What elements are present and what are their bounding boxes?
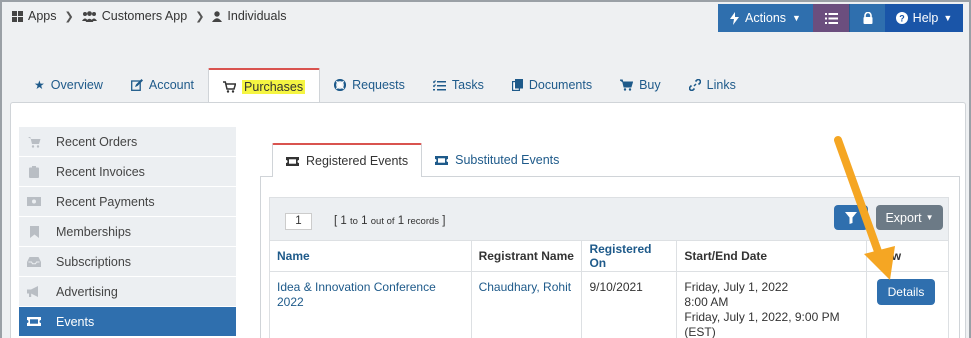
tab-tasks[interactable]: Tasks [419,68,498,102]
ticket-icon [286,156,299,166]
page-number-input[interactable]: 1 [285,213,312,230]
column-header-view: View [865,240,950,272]
details-button[interactable]: Details [876,279,935,305]
chevron-right-icon: ❯ [64,10,74,23]
sidebar-item-subscriptions[interactable]: Subscriptions [19,247,236,277]
tab-buy[interactable]: Buy [606,68,675,102]
lifebuoy-icon [334,79,347,91]
sidebar-item-advertising[interactable]: Advertising [19,277,236,307]
breadcrumb-individuals[interactable]: Individuals [212,9,286,23]
actions-dropdown-button[interactable]: Actions ▼ [718,4,813,32]
tab-account[interactable]: Account [117,68,208,102]
breadcrumb-customers-app[interactable]: Customers App [81,9,187,23]
cart-icon [620,79,634,91]
registered-on-cell: 9/10/2021 [581,271,678,338]
view-cell: Details [865,271,950,338]
content-area: Recent Orders Recent Invoices Recent Pay… [10,102,966,338]
main-tabs: ★ Overview Account Purchases Requests Ta… [20,68,750,103]
cart-icon [223,80,237,93]
lock-icon [863,12,872,24]
sidebar-item-recent-payments[interactable]: Recent Payments [19,187,236,217]
user-icon [212,10,223,22]
column-header-name[interactable]: Name [269,240,472,272]
export-dropdown-button[interactable]: Export ▼ [876,205,943,230]
tab-links[interactable]: Links [675,68,750,102]
column-header-registrant: Registrant Name [470,240,583,272]
ticket-icon [435,155,449,165]
clipboard-icon [19,165,49,178]
event-tabs: Registered Events Substituted Events [272,143,572,177]
record-count: [ 1 to 1 out of 1 records ] [334,215,446,227]
documents-icon [511,79,523,91]
registrant-link[interactable]: Chaudhary, Rohit [470,271,583,338]
question-circle-icon: ? [895,12,908,24]
chevron-down-icon: ▼ [792,13,801,23]
lock-button[interactable] [849,4,885,32]
help-dropdown-button[interactable]: ? Help ▼ [885,4,963,32]
tasks-icon [432,79,446,90]
users-icon [81,10,97,22]
filter-icon [845,211,857,224]
column-header-registered-on[interactable]: Registered On [581,240,678,272]
column-header-start-end: Start/End Date [676,240,867,272]
events-panel: 1 [ 1 to 1 out of 1 records ] Export ▼ N… [260,176,960,338]
list-icon [824,12,838,24]
sidebar-item-recent-invoices[interactable]: Recent Invoices [19,157,236,187]
edit-icon [130,79,143,91]
app-window: Apps ❯ Customers App ❯ Individuals Actio… [0,0,971,338]
tab-substituted-events[interactable]: Substituted Events [422,143,572,177]
grid-toolbar: 1 [ 1 to 1 out of 1 records ] Export ▼ [269,197,949,241]
apps-grid-icon [12,10,23,22]
event-name-link[interactable]: Idea & Innovation Conference 2022 [269,271,472,338]
sidebar: Recent Orders Recent Invoices Recent Pay… [19,127,236,337]
sidebar-item-recent-orders[interactable]: Recent Orders [19,127,236,157]
bookmark-icon [19,225,49,238]
ticket-icon [19,317,49,326]
star-icon: ★ [34,78,45,92]
megaphone-icon [19,286,49,297]
tab-documents[interactable]: Documents [498,68,606,102]
start-end-cell: Friday, July 1, 2022 8:00 AM Friday, Jul… [676,271,867,338]
table-header-row: Name Registrant Name Registered On Start… [269,240,950,272]
chevron-down-icon: ▼ [925,213,934,222]
filter-button[interactable] [834,205,868,230]
link-icon [688,79,701,91]
breadcrumb: Apps ❯ Customers App ❯ Individuals [12,9,286,23]
svg-text:?: ? [899,13,905,23]
events-table: Name Registrant Name Registered On Start… [269,240,950,338]
sidebar-item-memberships[interactable]: Memberships [19,217,236,247]
tab-overview[interactable]: ★ Overview [20,68,117,102]
tab-purchases[interactable]: Purchases [208,68,321,103]
cart-icon [19,136,49,148]
top-bar: Apps ❯ Customers App ❯ Individuals Actio… [2,2,969,32]
list-view-button[interactable] [813,4,849,32]
money-icon [19,197,49,206]
top-action-bar: Actions ▼ ? Help ▼ [718,4,963,32]
breadcrumb-apps[interactable]: Apps [12,9,57,23]
inbox-icon [19,256,49,267]
tab-requests[interactable]: Requests [320,68,419,102]
bolt-icon [730,11,740,25]
table-row: Idea & Innovation Conference 2022 Chaudh… [269,271,950,338]
tab-registered-events[interactable]: Registered Events [272,143,423,177]
chevron-down-icon: ▼ [943,13,953,23]
sidebar-item-events[interactable]: Events [19,307,236,337]
chevron-right-icon: ❯ [195,10,205,23]
